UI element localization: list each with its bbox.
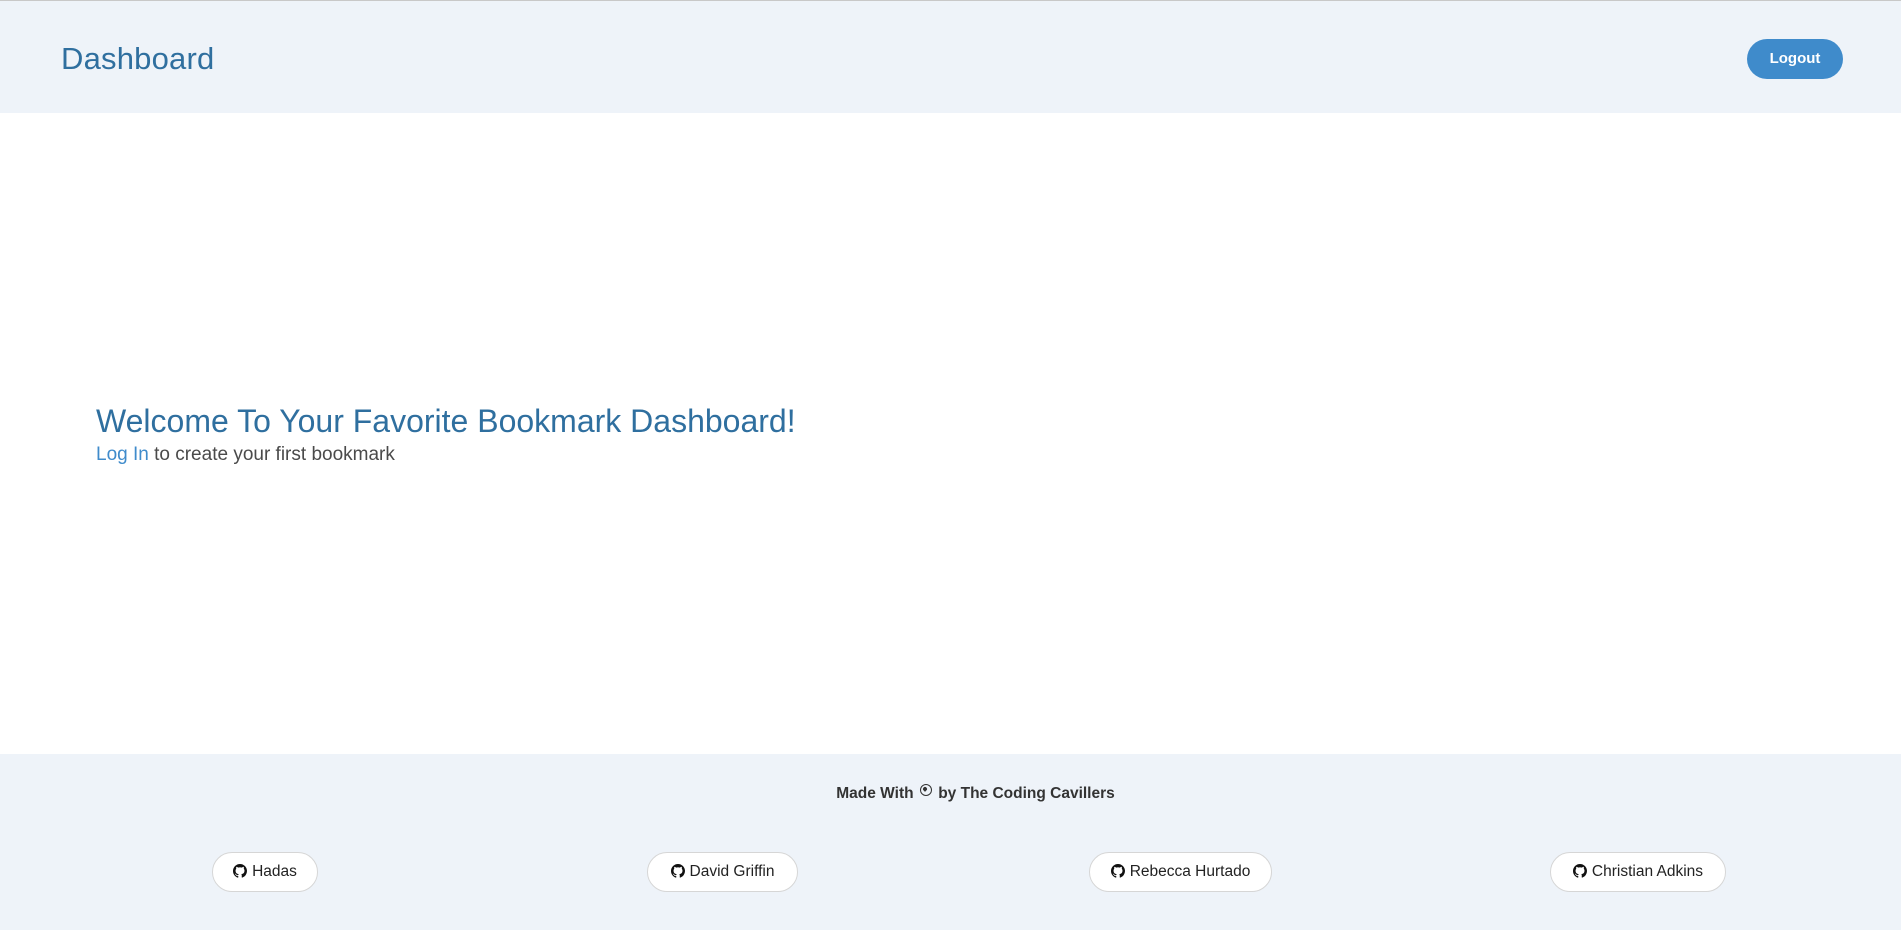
- login-link[interactable]: Log In: [96, 444, 149, 465]
- welcome-subtext: Log In to create your first bookmark: [96, 441, 796, 469]
- github-icon: [1110, 863, 1125, 878]
- logout-button[interactable]: Logout: [1747, 38, 1843, 79]
- contributor-link-hadas[interactable]: Hadas: [212, 852, 318, 892]
- footer: Made With by The Coding Cavillers Hadas …: [0, 754, 1901, 930]
- contributor-link-rebecca-hurtado[interactable]: Rebecca Hurtado: [1089, 852, 1272, 892]
- github-icon: [670, 863, 685, 878]
- contributor-link-david-griffin[interactable]: David Griffin: [647, 852, 798, 892]
- welcome-heading: Welcome To Your Favorite Bookmark Dashbo…: [96, 403, 796, 439]
- made-with-credit: Made With by The Coding Cavillers: [0, 784, 1901, 803]
- page-title[interactable]: Dashboard: [61, 41, 214, 77]
- contributor-link-christian-adkins[interactable]: Christian Adkins: [1550, 852, 1726, 892]
- contributor-name: Christian Adkins: [1591, 863, 1704, 880]
- top-navbar: Dashboard Logout: [0, 1, 1901, 113]
- contributor-name: Hadas: [252, 863, 297, 880]
- contributor-name: David Griffin: [689, 863, 775, 880]
- main-content: Welcome To Your Favorite Bookmark Dashbo…: [0, 113, 1901, 754]
- github-icon: [1572, 863, 1587, 878]
- made-with-suffix: by The Coding Cavillers: [938, 785, 1115, 802]
- welcome-section: Welcome To Your Favorite Bookmark Dashbo…: [96, 401, 796, 469]
- made-with-prefix: Made With: [836, 785, 914, 802]
- github-icon: [233, 863, 248, 878]
- contributor-name: Rebecca Hurtado: [1129, 863, 1251, 880]
- welcome-subtext-rest: to create your first bookmark: [148, 444, 395, 465]
- heart-icon: [919, 784, 932, 796]
